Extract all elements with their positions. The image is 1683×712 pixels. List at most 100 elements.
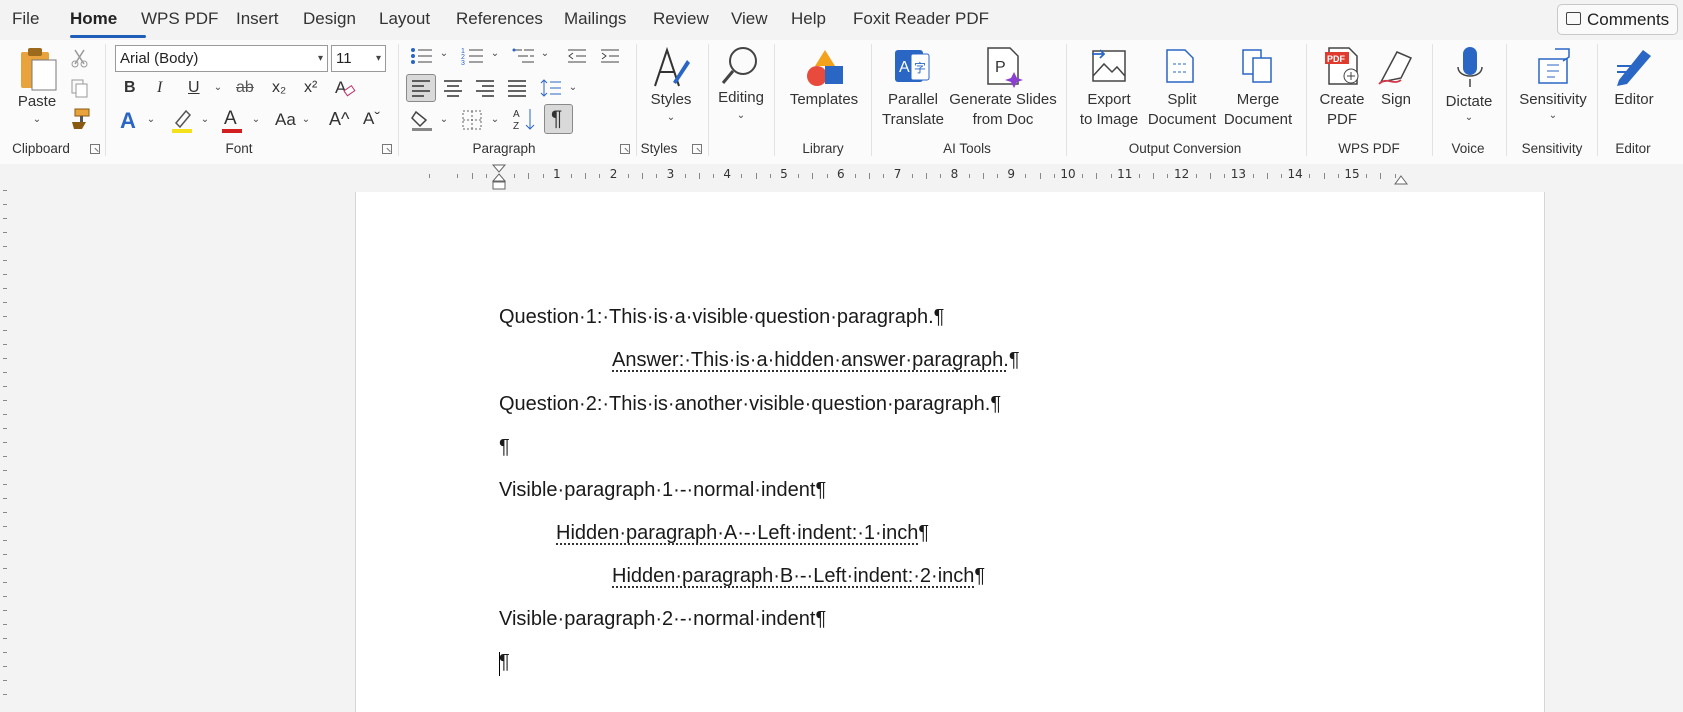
clipboard-launcher-icon[interactable] (90, 144, 100, 154)
templates-icon[interactable] (805, 48, 845, 88)
bullets-icon[interactable] (410, 46, 434, 66)
shrink-font-button[interactable]: Aˇ (363, 109, 380, 129)
parallel-translate-icon[interactable]: A字 (893, 46, 933, 86)
subscript-button[interactable]: x₂ (272, 79, 286, 97)
styles-launcher-icon[interactable] (692, 144, 702, 154)
editor-button[interactable]: Editor (1614, 90, 1653, 110)
change-case-button[interactable]: Aa (275, 110, 296, 130)
font-launcher-icon[interactable] (382, 144, 392, 154)
sign-button[interactable]: Sign (1381, 90, 1411, 110)
templates-button[interactable]: Templates (790, 90, 858, 110)
align-right-icon[interactable] (475, 79, 495, 97)
format-painter-icon[interactable] (69, 108, 91, 130)
menu-home[interactable]: Home (70, 9, 117, 29)
menu-insert[interactable]: Insert (236, 9, 279, 29)
menu-mailings[interactable]: Mailings (564, 9, 626, 29)
sensitivity-dropdown-icon[interactable]: ⌄ (1549, 110, 1557, 121)
menu-help[interactable]: Help (791, 9, 826, 29)
sensitivity-icon[interactable] (1533, 45, 1573, 87)
hidden-paragraph-b[interactable]: Hidden·paragraph·B·-·Left·indent:·2·inch… (612, 565, 985, 588)
text-effects-dropdown-icon[interactable]: ⌄ (147, 114, 155, 125)
font-size-select[interactable]: 11 ▾ (331, 45, 386, 72)
bullets-dropdown-icon[interactable]: ⌄ (440, 48, 448, 59)
empty-paragraph[interactable]: ¶ (499, 436, 510, 459)
underline-dropdown-icon[interactable]: ⌄ (214, 82, 222, 93)
underline-button[interactable]: U (188, 79, 200, 97)
microphone-icon[interactable] (1454, 45, 1486, 91)
highlight-icon[interactable] (171, 108, 195, 134)
multilevel-dropdown-icon[interactable]: ⌄ (541, 48, 549, 59)
align-center-icon[interactable] (443, 79, 463, 97)
paragraph-launcher-icon[interactable] (620, 144, 630, 154)
increase-indent-icon[interactable] (599, 46, 621, 66)
menu-wps-pdf[interactable]: WPS PDF (141, 9, 218, 29)
styles-icon[interactable] (651, 46, 691, 90)
shading-dropdown-icon[interactable]: ⌄ (440, 114, 448, 125)
dictate-dropdown-icon[interactable]: ⌄ (1465, 112, 1473, 123)
paste-button[interactable]: Paste (18, 92, 56, 112)
indent-marker-icon[interactable] (491, 164, 507, 192)
justify-icon[interactable] (507, 79, 527, 97)
styles-button[interactable]: Styles (651, 90, 692, 110)
dictate-button[interactable]: Dictate (1446, 92, 1493, 112)
menu-layout[interactable]: Layout (379, 9, 430, 29)
menu-view[interactable]: View (731, 9, 768, 29)
merge-document-button[interactable]: Merge Document (1224, 90, 1292, 130)
multilevel-list-icon[interactable] (512, 46, 536, 66)
hidden-answer-paragraph[interactable]: Answer:·This·is·a·hidden·answer·paragrap… (612, 349, 1020, 372)
split-document-icon[interactable] (1163, 46, 1199, 86)
editor-icon[interactable] (1613, 46, 1655, 86)
clear-formatting-icon[interactable]: A (334, 77, 356, 99)
right-indent-marker-icon[interactable] (1393, 174, 1409, 186)
styles-dropdown-icon[interactable]: ⌄ (667, 112, 675, 123)
export-to-image-icon[interactable] (1090, 46, 1128, 86)
horizontal-ruler[interactable]: 1 2 3 4 5 6 7 8 9 10 11 12 13 14 15 (356, 167, 1542, 185)
cut-icon[interactable] (70, 48, 90, 68)
menu-foxit-reader-pdf[interactable]: Foxit Reader PDF (853, 9, 989, 29)
line-spacing-icon[interactable] (540, 78, 562, 98)
menu-file[interactable]: File (12, 9, 39, 29)
grow-font-button[interactable]: A^ (329, 109, 349, 130)
copy-icon[interactable] (70, 78, 90, 98)
italic-button[interactable]: I (157, 79, 162, 97)
font-color-dropdown-icon[interactable]: ⌄ (252, 114, 260, 125)
split-document-button[interactable]: Split Document (1148, 90, 1216, 130)
vertical-ruler[interactable] (0, 180, 14, 702)
sign-icon[interactable] (1377, 46, 1417, 86)
menu-design[interactable]: Design (303, 9, 356, 29)
strikethrough-button[interactable]: ab (236, 79, 254, 97)
editing-button[interactable]: Editing (718, 88, 764, 108)
align-left-button[interactable] (406, 74, 436, 102)
font-name-select[interactable]: Arial (Body) ▾ (115, 45, 328, 72)
menu-review[interactable]: Review (653, 9, 709, 29)
numbering-dropdown-icon[interactable]: ⌄ (491, 48, 499, 59)
last-empty-paragraph[interactable]: ¶ (499, 651, 510, 674)
line-spacing-dropdown-icon[interactable]: ⌄ (569, 82, 577, 93)
create-pdf-button[interactable]: Create PDF (1319, 90, 1364, 130)
text-effects-button[interactable]: A (120, 108, 136, 134)
paste-dropdown-icon[interactable]: ⌄ (33, 114, 41, 125)
question-1-paragraph[interactable]: Question·1:·This·is·a·visible·question·p… (499, 306, 944, 329)
borders-icon[interactable] (461, 109, 483, 131)
generate-slides-button[interactable]: Generate Slides from Doc (949, 90, 1057, 130)
show-formatting-marks-button[interactable]: ¶ (544, 104, 573, 134)
sort-icon[interactable]: AZ (513, 107, 537, 133)
visible-paragraph-1[interactable]: Visible·paragraph·1·-·normal·indent¶ (499, 479, 826, 502)
search-icon[interactable] (721, 45, 761, 87)
font-color-button[interactable]: A (224, 108, 237, 130)
visible-paragraph-2[interactable]: Visible·paragraph·2·-·normal·indent¶ (499, 608, 826, 631)
comments-button[interactable]: Comments (1557, 4, 1678, 35)
generate-slides-icon[interactable]: P (984, 46, 1024, 88)
decrease-indent-icon[interactable] (566, 46, 588, 66)
superscript-button[interactable]: x² (304, 79, 317, 97)
sensitivity-button[interactable]: Sensitivity (1519, 90, 1587, 110)
change-case-dropdown-icon[interactable]: ⌄ (302, 114, 310, 125)
question-2-paragraph[interactable]: Question·2:·This·is·another·visible·ques… (499, 393, 1001, 416)
document-page[interactable] (355, 192, 1545, 712)
merge-document-icon[interactable] (1239, 46, 1277, 86)
hidden-paragraph-a[interactable]: Hidden·paragraph·A·-·Left·indent:·1·inch… (556, 522, 929, 545)
parallel-translate-button[interactable]: Parallel Translate (882, 90, 944, 130)
shading-icon[interactable] (410, 108, 434, 132)
export-to-image-button[interactable]: Export to Image (1080, 90, 1138, 130)
numbering-icon[interactable]: 123 (461, 46, 485, 66)
